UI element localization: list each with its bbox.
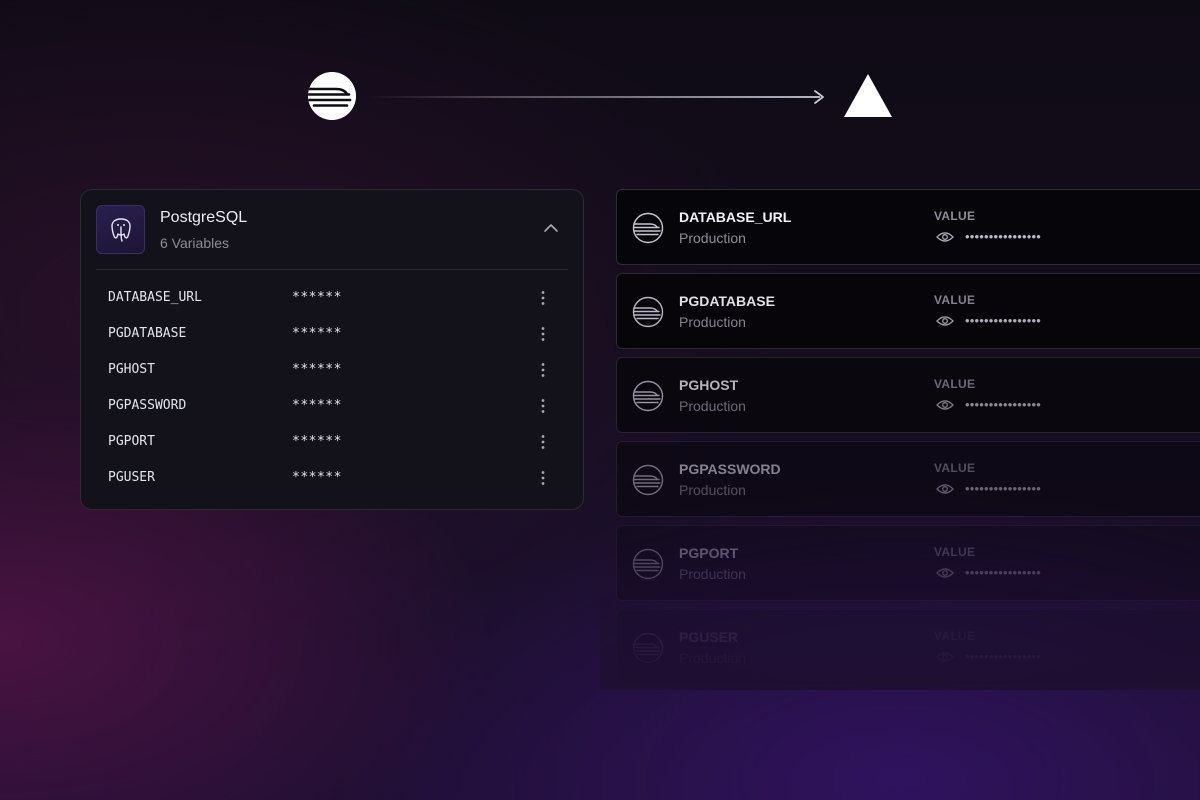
env-var-name: PGUSER bbox=[679, 629, 739, 645]
vercel-logo-icon bbox=[844, 74, 892, 117]
env-var-value-masked: •••••••••••••••• bbox=[965, 649, 1042, 664]
variable-value-masked: ****** bbox=[292, 434, 342, 449]
pg-variable-list: DATABASE_URL ****** PGDATABASE ****** PG… bbox=[81, 281, 583, 497]
railway-icon bbox=[632, 296, 664, 328]
value-label: VALUE bbox=[934, 461, 976, 475]
env-var-value-masked: •••••••••••••••• bbox=[965, 313, 1042, 328]
env-var-name: PGPORT bbox=[679, 545, 739, 561]
pg-variable-row: PGUSER ****** bbox=[81, 461, 583, 497]
env-var-value-masked: •••••••••••••••• bbox=[965, 229, 1042, 244]
env-var-target: Production bbox=[679, 230, 746, 246]
env-var-card[interactable]: PGUSER Production VALUE •••••••••••••••• bbox=[616, 609, 1200, 685]
variable-name: PGDATABASE bbox=[108, 326, 187, 341]
variable-name: PGUSER bbox=[108, 470, 155, 485]
env-var-target: Production bbox=[679, 650, 746, 666]
value-label: VALUE bbox=[934, 209, 976, 223]
eye-icon[interactable] bbox=[936, 230, 954, 244]
pg-variable-row: PGHOST ****** bbox=[81, 353, 583, 389]
more-vertical-icon[interactable] bbox=[537, 325, 549, 343]
pg-variable-row: PGDATABASE ****** bbox=[81, 317, 583, 353]
variable-name: PGHOST bbox=[108, 362, 155, 377]
env-var-target: Production bbox=[679, 566, 746, 582]
pg-variable-row: PGPORT ****** bbox=[81, 425, 583, 461]
value-label: VALUE bbox=[934, 545, 976, 559]
value-label: VALUE bbox=[934, 629, 976, 643]
value-label: VALUE bbox=[934, 293, 976, 307]
railway-logo-icon bbox=[308, 72, 356, 120]
pg-variable-count: 6 Variables bbox=[160, 235, 230, 251]
eye-icon[interactable] bbox=[936, 398, 954, 412]
env-var-name: PGHOST bbox=[679, 377, 739, 393]
more-vertical-icon[interactable] bbox=[537, 361, 549, 379]
env-var-card[interactable]: PGPORT Production VALUE •••••••••••••••• bbox=[616, 525, 1200, 601]
env-var-target: Production bbox=[679, 482, 746, 498]
postgresql-icon bbox=[96, 205, 145, 254]
variable-value-masked: ****** bbox=[292, 470, 342, 485]
eye-icon[interactable] bbox=[936, 314, 954, 328]
variable-name: DATABASE_URL bbox=[108, 290, 202, 305]
variable-name: PGPORT bbox=[108, 434, 155, 449]
more-vertical-icon[interactable] bbox=[537, 397, 549, 415]
env-var-target: Production bbox=[679, 314, 746, 330]
pg-variable-row: PGPASSWORD ****** bbox=[81, 389, 583, 425]
env-var-target: Production bbox=[679, 398, 746, 414]
variable-name: PGPASSWORD bbox=[108, 398, 187, 413]
variable-value-masked: ****** bbox=[292, 326, 342, 341]
more-vertical-icon[interactable] bbox=[537, 289, 549, 307]
railway-icon bbox=[632, 632, 664, 664]
env-var-name: DATABASE_URL bbox=[679, 209, 792, 225]
more-vertical-icon[interactable] bbox=[537, 433, 549, 451]
value-label: VALUE bbox=[934, 377, 976, 391]
env-var-name: PGPASSWORD bbox=[679, 461, 781, 477]
pg-variable-row: DATABASE_URL ****** bbox=[81, 281, 583, 317]
arrow-right-icon bbox=[814, 90, 824, 104]
postgresql-service-panel: PostgreSQL 6 Variables DATABASE_URL ****… bbox=[80, 189, 584, 510]
variable-value-masked: ****** bbox=[292, 362, 342, 377]
railway-icon bbox=[632, 548, 664, 580]
more-vertical-icon[interactable] bbox=[537, 469, 549, 487]
env-var-card[interactable]: PGDATABASE Production VALUE •••••••••••••••… bbox=[616, 273, 1200, 349]
connector-line bbox=[368, 96, 820, 98]
railway-icon bbox=[632, 380, 664, 412]
chevron-up-icon[interactable] bbox=[542, 219, 560, 237]
railway-icon bbox=[632, 212, 664, 244]
env-var-value-masked: •••••••••••••••• bbox=[965, 481, 1042, 496]
env-var-value-masked: •••••••••••••••• bbox=[965, 397, 1042, 412]
env-var-card[interactable]: PGHOST Production VALUE •••••••••••••••• bbox=[616, 357, 1200, 433]
eye-icon[interactable] bbox=[936, 482, 954, 496]
variable-value-masked: ****** bbox=[292, 290, 342, 305]
eye-icon[interactable] bbox=[936, 650, 954, 664]
pg-panel-title: PostgreSQL bbox=[160, 209, 248, 226]
env-var-card[interactable]: PGPASSWORD Production VALUE •••••••••••••••… bbox=[616, 441, 1200, 517]
env-var-name: PGDATABASE bbox=[679, 293, 775, 309]
integration-connector bbox=[368, 90, 826, 104]
pg-panel-header[interactable]: PostgreSQL 6 Variables bbox=[96, 205, 568, 270]
variable-value-masked: ****** bbox=[292, 398, 342, 413]
eye-icon[interactable] bbox=[936, 566, 954, 580]
env-var-card[interactable]: DATABASE_URL Production VALUE •••••••••••••… bbox=[616, 189, 1200, 265]
env-var-value-masked: •••••••••••••••• bbox=[965, 565, 1042, 580]
railway-icon bbox=[632, 464, 664, 496]
